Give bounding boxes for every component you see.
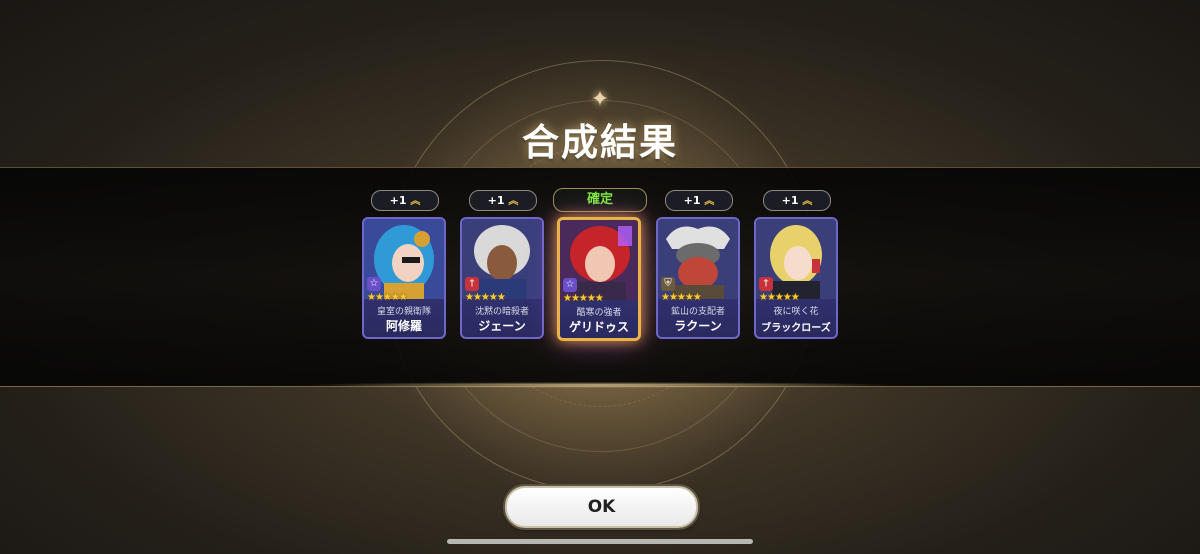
level-up-badge: +1 ︽ (469, 190, 537, 211)
character-epithet: 夜に咲く花 (773, 307, 819, 317)
card-row: +1 ︽ ☆ ★★★★★ 皇室の親衛隊 阿修羅 +1 ︽ † ★★★★★ 沈黙の… (0, 0, 1200, 554)
character-epithet: 酷寒の強者 (576, 308, 622, 318)
star-rating: ★★★★★ (465, 292, 506, 303)
character-card[interactable]: † ★★★★★ 夜に咲く花 ブラックローズ (754, 217, 838, 339)
character-name: ジェーン (478, 319, 526, 333)
star-rating: ★★★★★ (367, 292, 408, 303)
dagger-class-icon: † (465, 277, 479, 291)
ok-button[interactable]: OK (505, 486, 698, 528)
home-indicator[interactable] (447, 539, 753, 544)
character-name: ゲリドゥス (568, 320, 629, 334)
character-card-featured[interactable]: ☆ ★★★★★ 酷寒の強者 ゲリドゥス (557, 217, 641, 341)
dagger-class-icon: † (759, 277, 773, 291)
character-name: 阿修羅 (385, 319, 422, 333)
level-up-badge: +1 ︽ (665, 190, 733, 211)
star-rating: ★★★★★ (759, 292, 800, 303)
level-up-badge: +1 ︽ (371, 190, 439, 211)
character-card[interactable]: ☆ ★★★★★ 皇室の親衛隊 阿修羅 (362, 217, 446, 339)
star-class-icon: ☆ (563, 278, 577, 292)
star-rating: ★★★★★ (661, 292, 702, 303)
rank-up-icon: ︽ (410, 196, 421, 207)
rank-up-icon: ︽ (508, 196, 519, 207)
character-epithet: 皇室の親衛隊 (376, 307, 431, 317)
confirmed-badge: 確定 (553, 188, 647, 212)
character-epithet: 鉱山の支配者 (670, 307, 725, 317)
character-card[interactable]: ⛨ ★★★★★ 鉱山の支配者 ラクーン (656, 217, 740, 339)
character-name: ブラックローズ (761, 323, 831, 334)
character-name: ラクーン (674, 319, 722, 333)
rank-up-icon: ︽ (802, 196, 813, 207)
character-card[interactable]: † ★★★★★ 沈黙の暗殺者 ジェーン (460, 217, 544, 339)
level-up-badge: +1 ︽ (763, 190, 831, 211)
rank-up-icon: ︽ (704, 196, 715, 207)
star-rating: ★★★★★ (563, 293, 604, 304)
shield-class-icon: ⛨ (661, 277, 675, 291)
character-epithet: 沈黙の暗殺者 (474, 307, 529, 317)
star-class-icon: ☆ (367, 277, 381, 291)
